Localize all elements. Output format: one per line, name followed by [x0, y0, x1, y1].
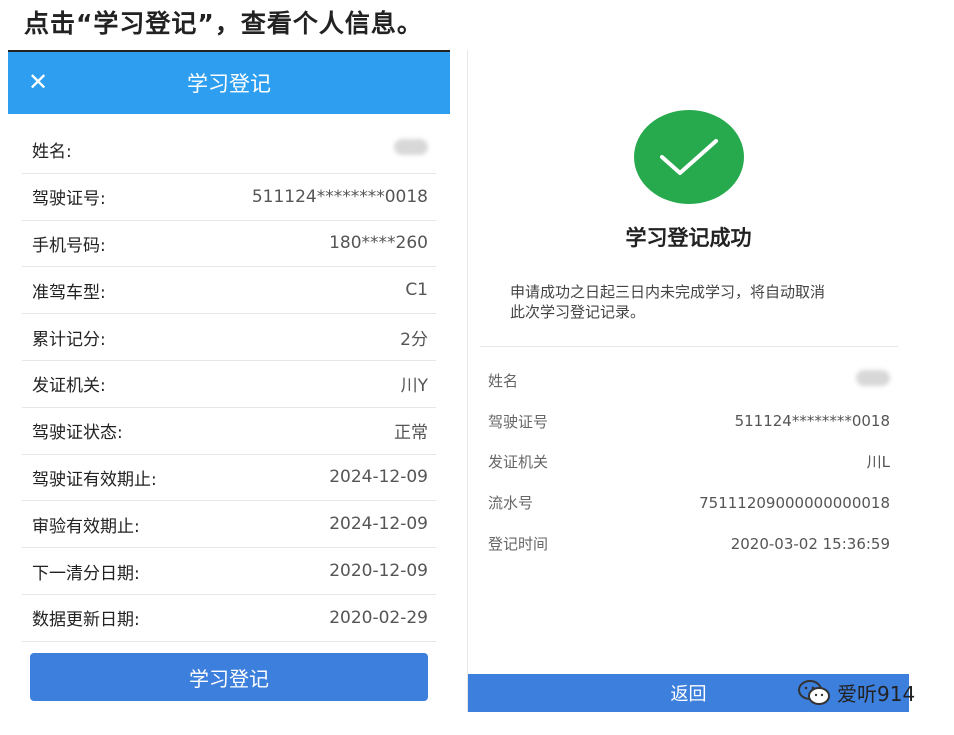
- info-row-vehicle-class: 准驾车型: C1: [22, 267, 436, 315]
- info-row-phone: 手机号码: 180****260: [22, 221, 436, 268]
- info-label: 发证机关:: [32, 376, 106, 397]
- divider: [480, 346, 898, 347]
- info-label: 审验有效期止:: [32, 516, 140, 537]
- info-value: 2020-12-09: [329, 561, 428, 582]
- close-icon[interactable]: ✕: [26, 70, 50, 94]
- detail-row-registration-time: 登记时间 2020-03-02 15:36:59: [488, 523, 890, 564]
- watermark-text: 爱听914: [837, 682, 916, 706]
- study-register-button[interactable]: 学习登记: [30, 653, 428, 701]
- info-value: 2024-12-09: [329, 514, 428, 535]
- info-label: 驾驶证有效期止:: [32, 469, 157, 490]
- info-row-issuing-authority: 发证机关: 川Y: [22, 361, 436, 408]
- info-row-license-expiry: 驾驶证有效期止: 2024-12-09: [22, 455, 436, 502]
- info-value: 2020-02-29: [329, 607, 428, 628]
- info-row-next-clear-date: 下一清分日期: 2020-12-09: [22, 548, 436, 595]
- notice-line: 申请成功之日起三日内未完成学习，将自动取消: [510, 283, 826, 301]
- info-row-name: 姓名:: [22, 127, 436, 174]
- wechat-icon: [798, 679, 830, 705]
- blurred-name-value: [394, 139, 436, 160]
- info-label: 数据更新日期:: [32, 610, 140, 631]
- info-label: 手机号码:: [32, 235, 106, 256]
- info-label: 下一清分日期:: [32, 563, 140, 584]
- info-value: 川Y: [400, 376, 428, 397]
- info-label: 驾驶证号:: [32, 189, 106, 210]
- success-title: 学习登记成功: [625, 226, 752, 250]
- detail-label: 发证机关: [488, 453, 549, 472]
- header-title: 学习登记: [187, 72, 271, 96]
- header-bar: ✕ 学习登记: [8, 52, 450, 114]
- notice-text: 申请成功之日起三日内未完成学习，将自动取消 此次学习登记记录。: [510, 282, 880, 322]
- info-list: 姓名: 驾驶证号: 511124********0018 手机号码: 180**…: [8, 127, 450, 642]
- detail-label: 登记时间: [488, 535, 549, 554]
- detail-label: 流水号: [488, 494, 534, 513]
- detail-label: 姓名: [488, 371, 519, 390]
- detail-value: 511124********0018: [734, 412, 890, 431]
- registration-success-panel: 学习登记成功 申请成功之日起三日内未完成学习，将自动取消 此次学习登记记录。 姓…: [467, 50, 909, 712]
- info-row-data-update-date: 数据更新日期: 2020-02-29: [22, 595, 436, 642]
- detail-row-name: 姓名: [488, 360, 890, 401]
- info-value: 511124********0018: [251, 186, 428, 207]
- detail-value: 2020-03-02 15:36:59: [730, 534, 890, 553]
- study-registration-panel: ✕ 学习登记 姓名: 驾驶证号: 511124********0018 手机号码…: [8, 50, 450, 712]
- blurred-name-value: [856, 370, 890, 390]
- notice-line: 此次学习登记记录。: [510, 303, 646, 321]
- detail-value: 川L: [866, 453, 890, 472]
- info-label: 姓名:: [32, 142, 72, 163]
- detail-list: 姓名 驾驶证号 511124********0018 发证机关 川L 流水号 7…: [488, 360, 890, 564]
- info-label: 累计记分:: [32, 329, 106, 350]
- page-caption: 点击“学习登记”，查看个人信息。: [24, 9, 423, 38]
- detail-label: 驾驶证号: [488, 412, 549, 431]
- detail-row-license-number: 驾驶证号 511124********0018: [488, 401, 890, 442]
- info-value: 180****260: [329, 233, 428, 254]
- detail-value: 75111209000000000018: [699, 493, 890, 512]
- info-label: 准驾车型:: [32, 282, 106, 303]
- detail-row-issuing-authority: 发证机关 川L: [488, 442, 890, 483]
- info-row-inspection-expiry: 审验有效期止: 2024-12-09: [22, 501, 436, 549]
- info-value: 2分: [400, 329, 428, 350]
- watermark: 爱听914: [797, 678, 915, 707]
- info-row-license-number: 驾驶证号: 511124********0018: [22, 174, 436, 221]
- success-check-icon: [634, 110, 744, 204]
- info-row-license-status: 驾驶证状态: 正常: [22, 408, 436, 455]
- info-label: 驾驶证状态:: [32, 423, 123, 444]
- info-row-points: 累计记分: 2分: [22, 314, 436, 361]
- info-value: C1: [405, 280, 428, 301]
- detail-row-serial-number: 流水号 75111209000000000018: [488, 482, 890, 523]
- info-value: 2024-12-09: [329, 467, 428, 488]
- info-value: 正常: [394, 423, 428, 444]
